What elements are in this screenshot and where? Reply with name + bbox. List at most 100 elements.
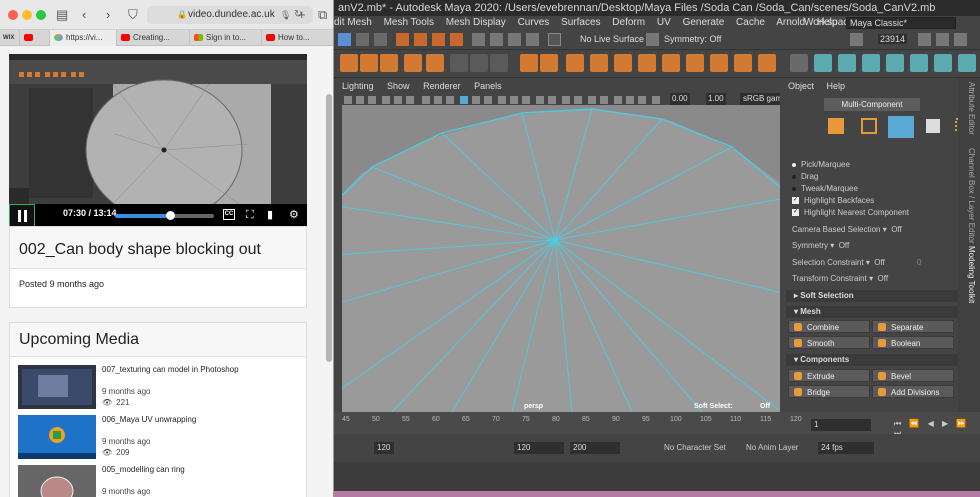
object-mode-icon[interactable]: [828, 118, 844, 134]
fps-dropdown[interactable]: 24 fps: [818, 442, 874, 454]
tweak-marquee-option[interactable]: Tweak/Marquee: [792, 184, 858, 193]
bridge-button[interactable]: Bridge: [788, 385, 870, 398]
shelf-type-icon[interactable]: [426, 54, 444, 72]
snap-curve-icon[interactable]: [414, 33, 427, 46]
face-mode-icon[interactable]: [888, 116, 914, 138]
page-scrollbar[interactable]: [326, 94, 332, 362]
tab-channel-box[interactable]: Channel Box / Layer Editor: [967, 148, 976, 244]
camera-based-selection[interactable]: Camera Based Selection ▾ Off: [792, 225, 902, 234]
media-item[interactable]: 005_modelling can ring 9 months ago: [18, 465, 308, 497]
panel-menu-show[interactable]: Show: [387, 81, 410, 91]
symmetry-icon[interactable]: [646, 33, 659, 46]
shelf-quad-draw-icon[interactable]: [686, 54, 704, 72]
shelf-planar-icon[interactable]: [910, 54, 928, 72]
media-title[interactable]: 007_texturing can model in Photoshop: [102, 365, 239, 374]
shelf-smooth-icon[interactable]: [490, 54, 508, 72]
media-title[interactable]: 006_Maya UV unwrapping: [102, 415, 196, 424]
shelf-cylindrical-icon[interactable]: [934, 54, 952, 72]
toolkit-menu-help[interactable]: Help: [827, 81, 846, 91]
captions-icon[interactable]: CC: [223, 209, 235, 220]
microphone-icon[interactable]: 🎙: [280, 6, 291, 24]
lasso-tool-icon[interactable]: [356, 33, 369, 46]
character-set-dropdown[interactable]: No Character Set: [664, 443, 726, 452]
panel-menu-panels[interactable]: Panels: [474, 81, 502, 91]
paint-select-icon[interactable]: [374, 33, 387, 46]
add-divisions-button[interactable]: Add Divisions: [872, 385, 954, 398]
symmetry-dropdown[interactable]: Symmetry ▾ Off: [792, 241, 849, 250]
shelf-collapse-icon[interactable]: [758, 54, 776, 72]
sidebar-toggle-icon[interactable]: ▤: [56, 7, 68, 23]
range-start-field[interactable]: 120: [514, 442, 564, 454]
selection-constraint-dropdown[interactable]: Selection Constraint ▾ Off: [792, 258, 885, 267]
shelf-mirror-icon[interactable]: [710, 54, 728, 72]
gamma-value[interactable]: 1.00: [706, 93, 726, 105]
exposure-value[interactable]: 0.00: [670, 93, 690, 105]
menu-edit-mesh[interactable]: dit Mesh: [334, 17, 372, 28]
menu-surfaces[interactable]: Surfaces: [561, 17, 600, 28]
menu-cache[interactable]: Cache: [736, 17, 765, 28]
shelf-cube-icon[interactable]: [360, 54, 378, 72]
selection-constraint-number[interactable]: 0: [917, 258, 921, 267]
new-tab-icon[interactable]: +: [298, 7, 306, 23]
menu-generate[interactable]: Generate: [683, 17, 725, 28]
shelf-target-weld-icon[interactable]: [662, 54, 680, 72]
menu-mesh-display[interactable]: Mesh Display: [446, 17, 506, 28]
current-frame-field[interactable]: 1: [811, 419, 871, 431]
close-window-button[interactable]: [8, 10, 18, 20]
snap-grid-icon[interactable]: [396, 33, 409, 46]
address-bar[interactable]: 🔒 video.dundee.ac.uk 🎙 ↻: [147, 6, 313, 24]
soft-selection-section[interactable]: ▸ Soft Selection: [786, 290, 958, 302]
panel-menu-lighting[interactable]: Lighting: [342, 81, 374, 91]
settings-gear-icon[interactable]: ⚙: [289, 208, 299, 222]
pick-marquee-option[interactable]: Pick/Marquee: [792, 160, 850, 169]
render-settings-icon[interactable]: [526, 33, 539, 46]
tab-how-to[interactable]: How to...: [262, 30, 333, 46]
menu-curves[interactable]: Curves: [518, 17, 550, 28]
media-item[interactable]: 006_Maya UV unwrapping 9 months ago 👁 209: [18, 415, 308, 463]
separate-button[interactable]: Separate: [872, 320, 954, 333]
menu-arnold[interactable]: Arnold: [776, 17, 805, 28]
time-slider[interactable]: 45 50 55 60 65 70 75 80 85 90 95 100 105…: [334, 412, 980, 438]
shelf-uv-editor-icon[interactable]: [814, 54, 832, 72]
tab-youtube-1[interactable]: [20, 30, 50, 46]
media-title[interactable]: 005_modelling can ring: [102, 465, 185, 474]
menu-mesh-tools[interactable]: Mesh Tools: [384, 17, 434, 28]
snap-point-icon[interactable]: [432, 33, 445, 46]
shelf-boolean-icon[interactable]: [520, 54, 538, 72]
tab-overview-icon[interactable]: ⧉: [318, 7, 327, 23]
shelf-unfold-icon[interactable]: [862, 54, 880, 72]
maximize-window-button[interactable]: [36, 10, 46, 20]
highlight-backfaces-checkbox[interactable]: ✓ Highlight Backfaces: [792, 196, 874, 205]
tab-wix[interactable]: WIX: [0, 30, 20, 46]
live-surface-text[interactable]: No Live Surface: [580, 34, 644, 44]
shelf-multicut-icon[interactable]: [638, 54, 656, 72]
combine-button[interactable]: Combine: [788, 320, 870, 333]
mesh-section[interactable]: ▾ Mesh: [786, 306, 958, 318]
shelf-fill-hole-icon[interactable]: [614, 54, 632, 72]
shelf-layout-icon[interactable]: [886, 54, 904, 72]
edge-mode-icon[interactable]: [861, 118, 877, 134]
media-thumbnail[interactable]: [18, 365, 96, 409]
smooth-button[interactable]: Smooth: [788, 336, 870, 349]
theater-mode-icon[interactable]: ▮: [267, 208, 273, 222]
video-progress-bar[interactable]: [115, 211, 214, 220]
shield-icon[interactable]: ⛉: [128, 7, 138, 23]
pause-button[interactable]: [9, 204, 35, 227]
color-space-dropdown[interactable]: sRGB gamm: [740, 93, 780, 105]
shelf-bridge-icon[interactable]: [566, 54, 584, 72]
menu-deform[interactable]: Deform: [612, 17, 645, 28]
fullscreen-icon[interactable]: ⛶: [246, 208, 254, 222]
shelf-soft-icon[interactable]: [790, 54, 808, 72]
shelf-combine-icon[interactable]: [450, 54, 468, 72]
transform-constraint-dropdown[interactable]: Transform Constraint ▾ Off: [792, 274, 888, 283]
panel-menu-renderer[interactable]: Renderer: [423, 81, 461, 91]
video-progress-knob[interactable]: [165, 211, 175, 220]
forward-icon[interactable]: ›: [106, 7, 110, 23]
shelf-bevel-icon[interactable]: [590, 54, 608, 72]
tab-modeling-toolkit[interactable]: Modeling Toolkit: [967, 246, 976, 303]
video-player[interactable]: 07:30 / 13:14 CC ⛶ ▮ ⚙: [9, 54, 307, 227]
viewport-persp[interactable]: persp Soft Select: Off: [342, 105, 780, 412]
media-thumbnail[interactable]: [18, 465, 96, 497]
render-icon[interactable]: [490, 33, 503, 46]
select-tool-icon[interactable]: [338, 33, 351, 46]
